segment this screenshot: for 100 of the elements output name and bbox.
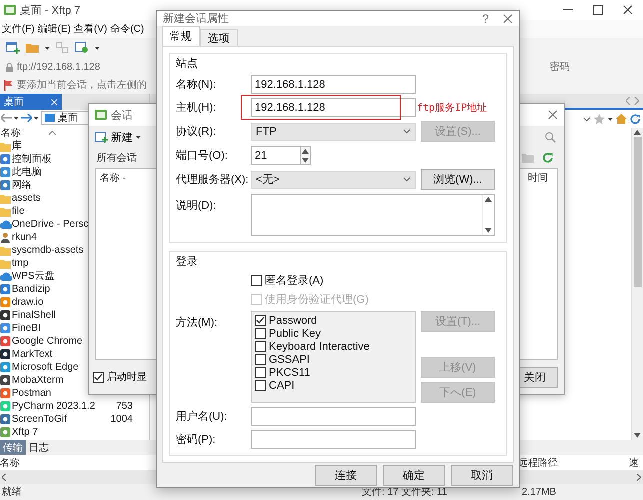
- app-icon: [95, 110, 107, 120]
- checkbox[interactable]: [251, 275, 262, 286]
- chevron-down-icon: [403, 177, 411, 182]
- checkbox-label: Keyboard Interactive: [269, 340, 370, 353]
- checkbox-label: 使用身份验证代理(G): [265, 293, 369, 308]
- file-name[interactable]: OneDrive - Persc: [12, 218, 89, 231]
- column-header: 时间: [528, 172, 548, 185]
- file-name[interactable]: 此电脑: [12, 166, 42, 179]
- tab[interactable]: 选项: [200, 29, 238, 46]
- checkbox-label: Public Key: [269, 328, 321, 340]
- menu-item[interactable]: 命令(C): [110, 22, 144, 36]
- annotation-text: ftp服务IP地址: [417, 102, 488, 115]
- home-icon[interactable]: [616, 114, 627, 124]
- file-name[interactable]: draw.io: [12, 296, 44, 309]
- file-name[interactable]: tmp: [12, 257, 29, 270]
- forward-arrow-icon[interactable]: [21, 114, 32, 122]
- field-label: 方法(M):: [176, 316, 218, 330]
- file-name[interactable]: Google Chrome: [12, 335, 83, 348]
- dialog-button[interactable]: 确定: [383, 464, 445, 486]
- help-button[interactable]: ?: [474, 12, 497, 26]
- local-tab[interactable]: 桌面: [0, 94, 62, 110]
- desktop-icon: [45, 114, 55, 122]
- file-name[interactable]: Bandizip: [12, 283, 50, 296]
- down-arrow-icon: [485, 228, 492, 234]
- column-header: 密码: [549, 60, 570, 74]
- search-icon[interactable]: [545, 132, 556, 142]
- window-gear-icon[interactable]: [75, 42, 89, 54]
- back-arrow-icon[interactable]: [1, 114, 12, 122]
- checkbox[interactable]: [255, 328, 266, 340]
- scrollbar[interactable]: [631, 128, 643, 440]
- method-list[interactable]: Password Public Key Keyboard Interactive GSSAPI PKCS11 CAPI: [251, 311, 416, 404]
- file-name[interactable]: syscmdb-assets: [12, 244, 84, 257]
- description-field[interactable]: [251, 194, 495, 236]
- down-arrow-icon: [634, 433, 641, 438]
- file-name[interactable]: Microsoft Edge: [12, 361, 79, 374]
- file-name[interactable]: ScreenToGif: [12, 413, 68, 426]
- menu-item[interactable]: 查看(V): [74, 22, 108, 36]
- file-name[interactable]: Xftp 7: [12, 426, 38, 439]
- tab[interactable]: 常规: [162, 26, 200, 46]
- new-window-icon[interactable]: [6, 42, 20, 54]
- chevron-down-icon: [583, 116, 591, 122]
- dropdown[interactable]: <无>: [251, 170, 416, 189]
- close-icon[interactable]: [623, 5, 633, 15]
- file-name[interactable]: rkun4: [12, 231, 38, 244]
- menu-item[interactable]: 编辑(E): [38, 22, 72, 36]
- refresh-icon[interactable]: [542, 152, 554, 164]
- new-button[interactable]: 新建: [95, 130, 141, 144]
- dropdown[interactable]: FTP: [251, 122, 416, 141]
- checkbox[interactable]: [255, 341, 266, 352]
- file-name[interactable]: FineBI: [12, 322, 41, 335]
- checkbox-label: 启动时显: [107, 370, 147, 384]
- file-size: 1004: [110, 414, 133, 425]
- folder-icon: [0, 142, 11, 152]
- folder-icon: [0, 206, 11, 216]
- checkbox[interactable]: [255, 367, 266, 378]
- port-field[interactable]: 21: [251, 146, 301, 166]
- maximize-icon[interactable]: [593, 5, 603, 15]
- panel-tab[interactable]: 传输: [0, 440, 26, 455]
- group-title: 站点: [176, 56, 198, 72]
- dialog-button[interactable]: 连接: [315, 464, 377, 486]
- file-name[interactable]: file: [12, 205, 25, 218]
- minimize-icon[interactable]: [563, 9, 573, 11]
- file-name[interactable]: Postman: [12, 387, 52, 400]
- user-icon: [0, 232, 11, 243]
- text-field[interactable]: 192.168.1.128: [251, 98, 416, 118]
- checkbox-label: GSSAPI: [269, 354, 310, 366]
- up-arrow-icon: [485, 197, 492, 202]
- dialog-button[interactable]: 取消: [451, 464, 513, 486]
- panel-tab[interactable]: 日志: [26, 440, 52, 455]
- close-icon: [51, 98, 58, 106]
- checkbox[interactable]: [255, 380, 266, 392]
- checkbox[interactable]: [255, 315, 266, 326]
- refresh-icon[interactable]: [630, 114, 641, 124]
- up-arrow-icon: [302, 149, 309, 154]
- file-name[interactable]: MobaXterm: [12, 374, 64, 387]
- file-name[interactable]: 控制面板: [12, 153, 52, 166]
- close-icon[interactable]: [503, 14, 513, 24]
- checkbox-label: 匿名登录(A): [265, 274, 324, 288]
- action-button[interactable]: 浏览(W)...: [421, 169, 495, 190]
- file-name[interactable]: WPS云盘: [12, 270, 55, 283]
- field-label: 协议(R):: [176, 125, 216, 140]
- file-name[interactable]: 网络: [12, 179, 32, 192]
- text-field[interactable]: 192.168.1.128: [251, 75, 416, 94]
- close-icon[interactable]: [548, 110, 558, 120]
- field-label: 密码(P):: [176, 432, 216, 448]
- star-icon[interactable]: [594, 114, 605, 124]
- text-field[interactable]: [251, 430, 416, 450]
- file-name[interactable]: MarkText: [12, 348, 53, 361]
- menu-item[interactable]: 文件(F): [2, 22, 35, 36]
- file-name[interactable]: PyCharm 2023.1.2: [12, 400, 96, 413]
- file-name[interactable]: FinalShell: [12, 309, 56, 322]
- file-size: 753: [116, 401, 133, 412]
- checkbox[interactable]: [93, 372, 104, 382]
- file-name[interactable]: assets: [12, 192, 41, 205]
- text-field[interactable]: [251, 407, 416, 426]
- stepper[interactable]: [301, 146, 311, 166]
- file-name[interactable]: 库: [12, 140, 22, 153]
- checkbox[interactable]: [255, 354, 266, 366]
- folder-icon: [0, 246, 11, 256]
- column-header: 名称: [1, 127, 21, 140]
